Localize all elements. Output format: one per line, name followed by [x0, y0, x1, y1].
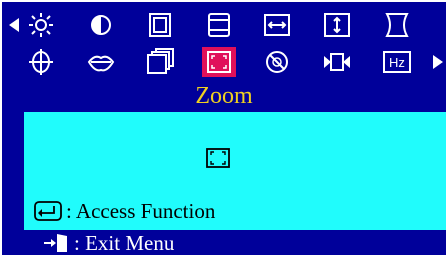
osd-menu: Hz Zoom : Access Function: Exit Menu — [2, 2, 446, 255]
function-title: Zoom — [195, 83, 253, 109]
left-arrow-icon[interactable] — [6, 10, 22, 40]
hz-label: Hz — [389, 55, 405, 70]
contrast-icon[interactable] — [84, 10, 118, 40]
exit-menu-label: : Exit Menu — [74, 230, 175, 255]
function-panel: : Access Function — [24, 112, 446, 230]
v-position-icon[interactable] — [320, 10, 354, 40]
stacked-windows-icon[interactable] — [143, 47, 177, 77]
zoom-icon — [198, 142, 238, 174]
pincushion-icon[interactable] — [380, 10, 414, 40]
right-arrow-icon[interactable] — [430, 47, 446, 77]
h-size-icon[interactable] — [143, 10, 177, 40]
tilt-icon[interactable] — [24, 47, 58, 77]
hz-icon[interactable]: Hz — [380, 47, 414, 77]
zoom-icon[interactable] — [202, 47, 236, 77]
icon-row-2: Hz — [2, 47, 446, 77]
icon-row-1 — [2, 10, 446, 40]
degauss-icon[interactable] — [260, 47, 294, 77]
exit-hint: : Exit Menu — [42, 230, 174, 255]
moire-icon[interactable] — [320, 47, 354, 77]
lips-icon[interactable] — [84, 47, 118, 77]
v-size-icon[interactable] — [202, 10, 236, 40]
access-function-label: : Access Function — [66, 198, 216, 223]
h-position-icon[interactable] — [260, 10, 294, 40]
exit-door-icon — [42, 232, 70, 254]
enter-key-icon — [34, 201, 62, 221]
access-hint: : Access Function — [34, 198, 215, 224]
brightness-icon[interactable] — [24, 10, 58, 40]
